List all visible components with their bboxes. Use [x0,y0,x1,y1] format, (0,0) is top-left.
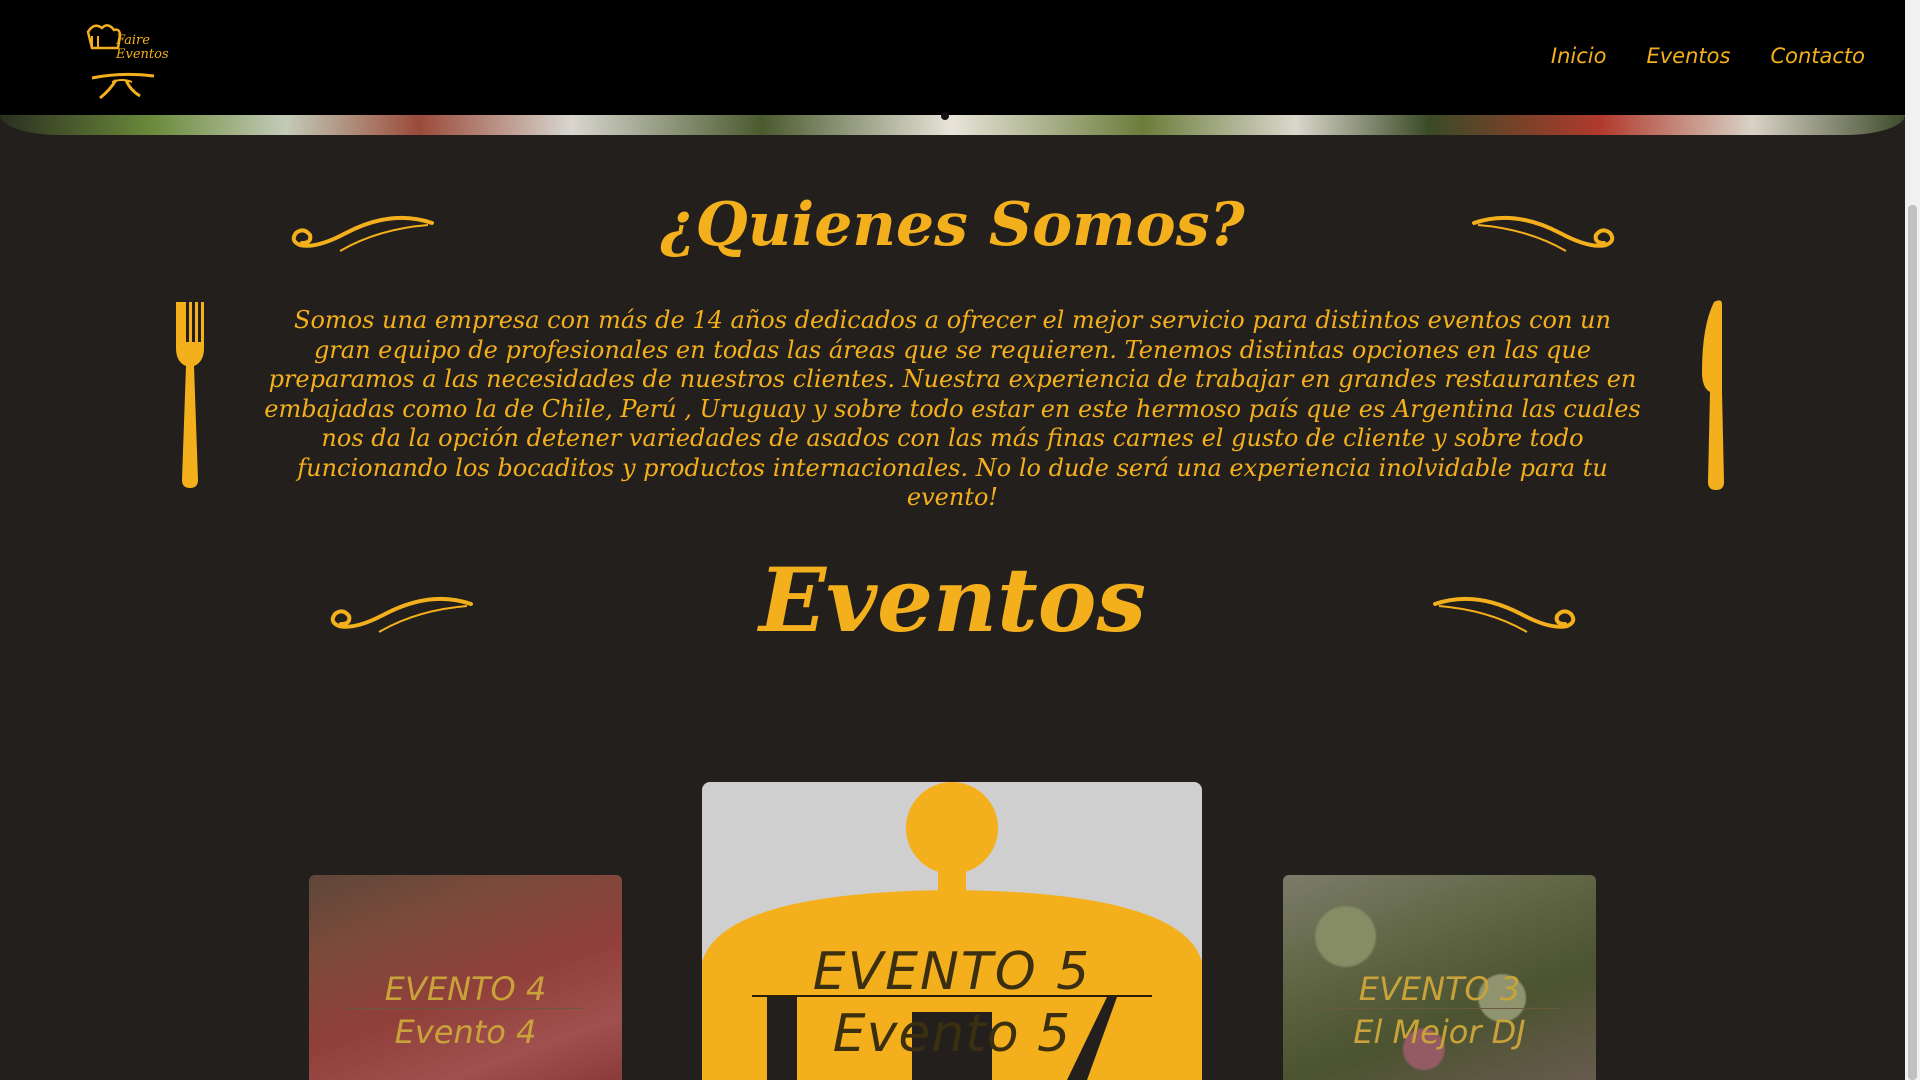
navbar: Faire Eventos Inicio Eventos Contacto [0,0,1905,115]
nav-link-contacto[interactable]: Contacto [1770,44,1865,68]
event-card-subtitle: Evento 4 [394,1013,537,1051]
main-nav: Inicio Eventos Contacto [1551,44,1865,68]
swirl-ornament-icon [1433,596,1576,633]
about-title: ¿Quienes Somos? [660,190,1245,260]
event-card-subtitle: El Mejor DJ [1353,1013,1526,1051]
card-divider [1321,1008,1558,1009]
event-card-title: EVENTO 3 [1358,970,1521,1008]
event-card-3[interactable]: EVENTO 3 El Mejor DJ [1283,875,1596,1080]
event-card-title: EVENTO 4 [384,970,547,1008]
nav-link-eventos[interactable]: Eventos [1646,44,1730,68]
nav-link-inicio[interactable]: Inicio [1551,44,1607,68]
logo-line-2: Eventos [116,47,169,62]
swirl-ornament-icon [1472,215,1615,252]
scrollbar[interactable] [1905,0,1920,1080]
event-card-subtitle: Evento 5 [832,1004,1072,1064]
logo-text: Faire Eventos [116,34,169,62]
card-divider [347,1008,584,1009]
event-card-4[interactable]: EVENTO 4 Evento 4 [309,875,622,1080]
event-card-5[interactable]: EVENTO 5 Evento 5 [702,782,1202,1080]
logo[interactable]: Faire Eventos [82,20,169,100]
slider-dot[interactable] [941,112,949,120]
event-card-title: EVENTO 5 [812,942,1092,1002]
events-title: Eventos [758,548,1147,652]
logo-line-1: Faire [116,33,150,48]
about-paragraph: Somos una empresa con más de 14 años ded… [264,306,1641,511]
knife-icon [1702,300,1724,490]
fork-icon [176,302,204,488]
hero-slider-image [0,115,1905,135]
card-divider [752,995,1152,997]
scrollbar-thumb[interactable] [1908,205,1917,1080]
